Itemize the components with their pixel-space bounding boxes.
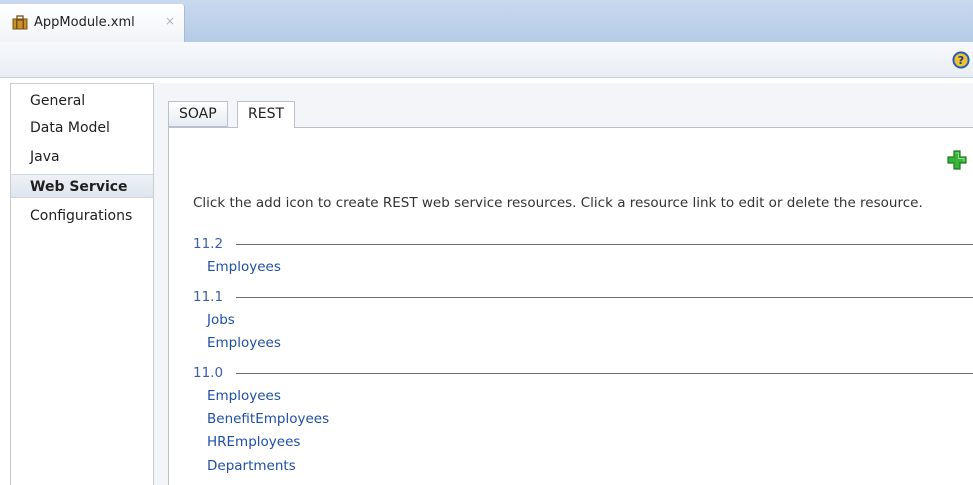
version-divider	[236, 373, 973, 374]
overview-nav: General Data Model Java Web Service Conf…	[10, 83, 154, 485]
editor-window: AppModule.xml × ? General Data Model Jav…	[0, 0, 973, 485]
resource-link-benefit-employees[interactable]: BenefitEmployees	[207, 411, 329, 427]
version-label-11-0: 11.0	[193, 365, 224, 381]
add-icon[interactable]	[947, 150, 967, 170]
resource-link-hr-employees[interactable]: HREmployees	[207, 434, 300, 450]
help-icon[interactable]: ?	[952, 51, 970, 69]
version-divider	[236, 297, 973, 298]
resource-link-employees[interactable]: Employees	[207, 388, 281, 404]
resource-link-employees[interactable]: Employees	[207, 335, 281, 351]
editor-tab-strip: AppModule.xml ×	[0, 0, 973, 42]
tab-rest[interactable]: REST	[237, 101, 296, 128]
editor-tab-appmodule[interactable]: AppModule.xml ×	[0, 4, 185, 42]
version-label-11-2: 11.2	[193, 236, 224, 252]
nav-item-general[interactable]: General	[11, 89, 153, 113]
nav-item-data-model[interactable]: Data Model	[11, 116, 153, 140]
resource-link-departments[interactable]: Departments	[207, 458, 296, 474]
editor-tab-label: AppModule.xml	[34, 15, 135, 30]
nav-item-configurations[interactable]: Configurations	[11, 204, 153, 228]
editor-toolbar: ?	[0, 42, 973, 78]
svg-text:?: ?	[958, 54, 964, 67]
nav-item-web-service[interactable]: Web Service	[11, 174, 153, 198]
version-divider	[236, 244, 973, 245]
resource-link-employees[interactable]: Employees	[207, 259, 281, 275]
close-icon[interactable]: ×	[165, 14, 175, 28]
nav-item-java[interactable]: Java	[11, 145, 153, 169]
rest-content-area	[168, 127, 973, 485]
app-module-icon	[12, 15, 28, 30]
tab-soap[interactable]: SOAP	[168, 101, 228, 127]
instructions-text: Click the add icon to create REST web se…	[193, 195, 923, 211]
resource-link-jobs[interactable]: Jobs	[207, 312, 235, 328]
version-label-11-1: 11.1	[193, 289, 224, 305]
